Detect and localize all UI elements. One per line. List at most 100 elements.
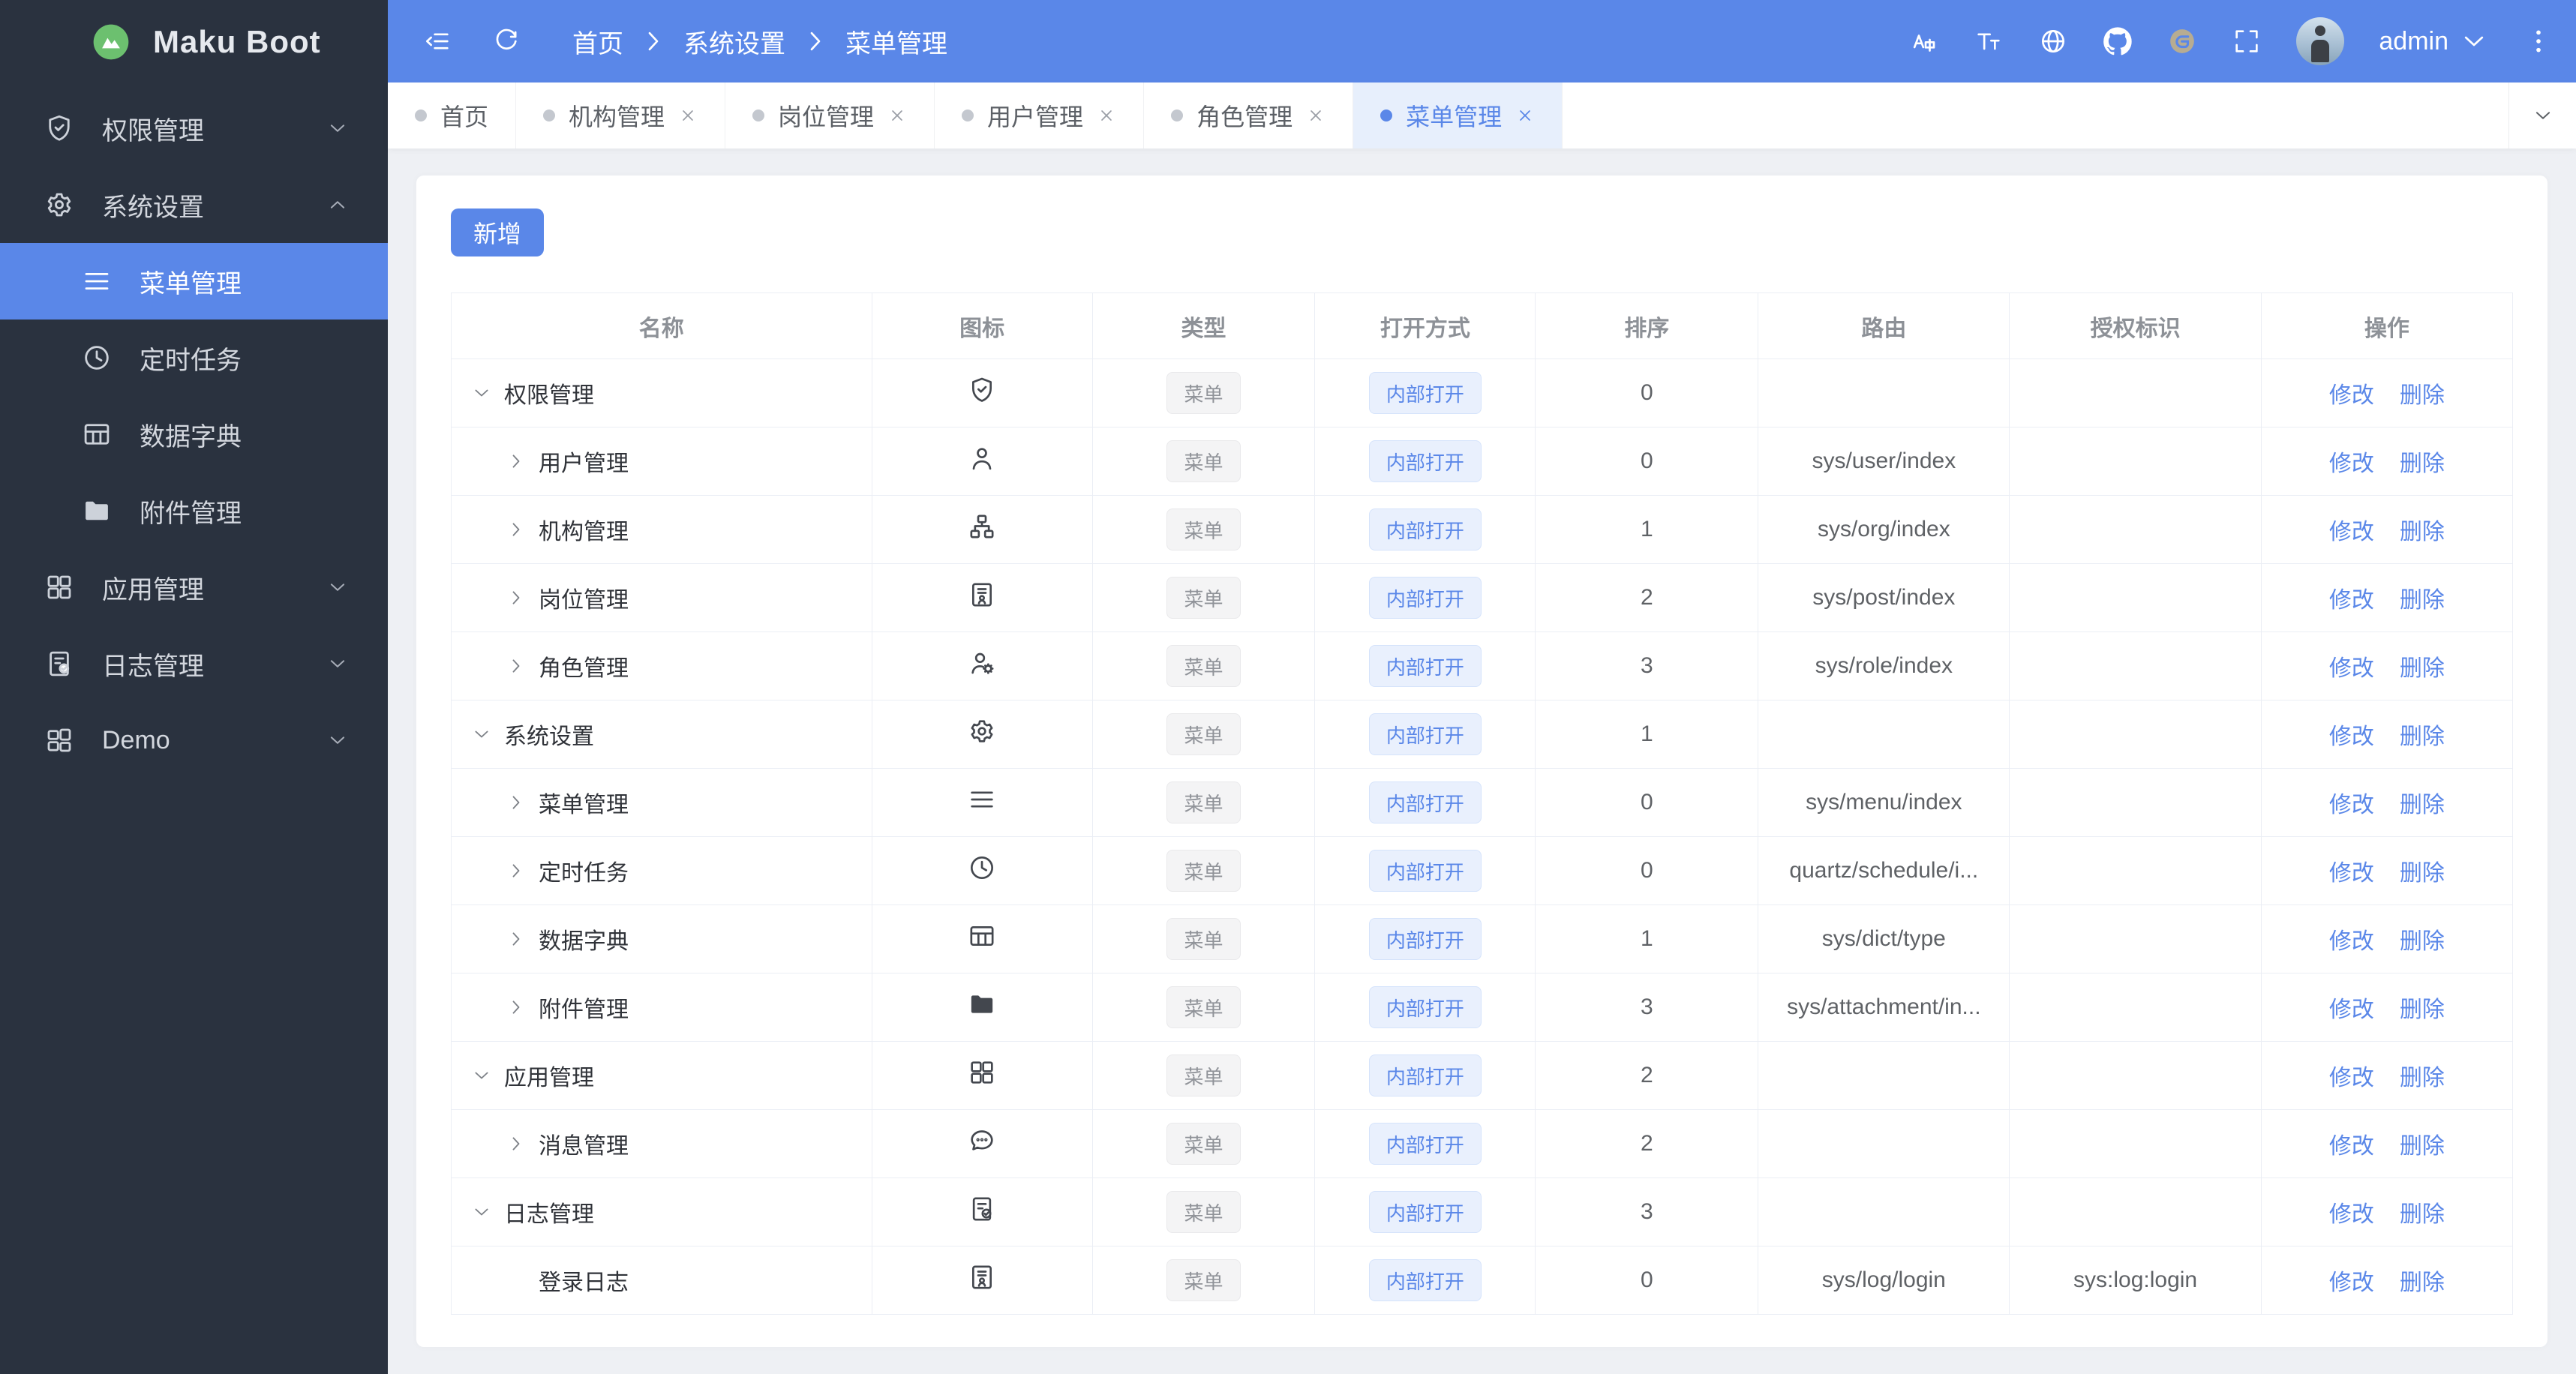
delete-link[interactable]: 删除 — [2400, 861, 2445, 886]
sidebar-item-menu[interactable]: 菜单管理 — [0, 243, 388, 320]
type-tag: 菜单 — [1166, 782, 1241, 824]
delete-link[interactable]: 删除 — [2400, 588, 2445, 613]
breadcrumb-item[interactable]: 首页 — [572, 23, 623, 60]
collapse-row-icon[interactable] — [471, 1202, 492, 1222]
folder-icon — [81, 495, 113, 526]
edit-link[interactable]: 修改 — [2329, 520, 2374, 544]
add-button[interactable]: 新增 — [451, 208, 545, 256]
expand-row-icon[interactable] — [506, 587, 527, 608]
edit-link[interactable]: 修改 — [2329, 656, 2374, 681]
tab-role[interactable]: 角色管理 — [1144, 82, 1354, 148]
ops-cell: 修改 删除 — [2260, 973, 2514, 1042]
expand-row-icon[interactable] — [506, 656, 527, 676]
translate-icon[interactable] — [1909, 26, 1939, 56]
badge-icon — [967, 580, 997, 610]
sidebar-item-permission[interactable]: 权限管理 — [0, 90, 388, 166]
tabs-dropdown-button[interactable] — [2508, 82, 2576, 148]
delete-link[interactable]: 删除 — [2400, 656, 2445, 681]
collapse-row-icon[interactable] — [471, 724, 492, 745]
expand-row-icon[interactable] — [506, 792, 527, 813]
close-icon[interactable] — [1097, 106, 1116, 125]
menu-name-cell: 消息管理 — [451, 1109, 872, 1178]
edit-link[interactable]: 修改 — [2329, 1134, 2374, 1159]
github-icon[interactable] — [2103, 26, 2133, 56]
breadcrumb-item[interactable]: 菜单管理 — [845, 23, 947, 60]
avatar[interactable] — [2296, 17, 2345, 65]
ops-cell: 修改 删除 — [2260, 1246, 2514, 1315]
delete-link[interactable]: 删除 — [2400, 383, 2445, 408]
edit-link[interactable]: 修改 — [2329, 724, 2374, 749]
open-type-cell: 内部打开 — [1314, 632, 1536, 700]
sidebar-item-demo[interactable]: Demo — [0, 702, 388, 778]
delete-link[interactable]: 删除 — [2400, 724, 2445, 749]
expand-row-icon[interactable] — [506, 1133, 527, 1154]
chevron-down-icon — [326, 652, 349, 675]
edit-link[interactable]: 修改 — [2329, 1270, 2374, 1295]
topbar-left: 首页 系统设置 菜单管理 — [422, 23, 947, 60]
edit-link[interactable]: 修改 — [2329, 1202, 2374, 1227]
collapse-menu-icon[interactable] — [422, 26, 452, 56]
dict-table-icon — [81, 418, 113, 450]
expand-row-icon[interactable] — [506, 860, 527, 881]
tab-menu[interactable]: 菜单管理 — [1353, 82, 1563, 148]
delete-link[interactable]: 删除 — [2400, 1202, 2445, 1227]
delete-link[interactable]: 删除 — [2400, 929, 2445, 954]
close-icon[interactable] — [678, 106, 698, 125]
expand-row-icon[interactable] — [506, 451, 527, 472]
menu-type-cell: 菜单 — [1091, 1041, 1316, 1110]
gitee-icon[interactable] — [2167, 26, 2197, 56]
edit-link[interactable]: 修改 — [2329, 861, 2374, 886]
more-menu-icon[interactable] — [2523, 26, 2553, 56]
tab-post[interactable]: 岗位管理 — [725, 82, 935, 148]
expand-row-icon[interactable] — [506, 519, 527, 540]
edit-link[interactable]: 修改 — [2329, 998, 2374, 1022]
sidebar-item-system[interactable]: 系统设置 — [0, 166, 388, 243]
type-tag: 菜单 — [1166, 1123, 1241, 1165]
refresh-icon[interactable] — [491, 26, 521, 56]
menu-name-inner: 菜单管理 — [452, 786, 871, 819]
chevron-right-icon — [638, 26, 668, 56]
edit-link[interactable]: 修改 — [2329, 1066, 2374, 1090]
tab-org[interactable]: 机构管理 — [516, 82, 726, 148]
globe-icon[interactable] — [2038, 26, 2068, 56]
fullscreen-icon[interactable] — [2232, 26, 2262, 56]
sidebar-item-app[interactable]: 应用管理 — [0, 549, 388, 626]
close-icon[interactable] — [1515, 106, 1535, 125]
route-cell: sys/org/index — [1758, 495, 2010, 564]
tab-home[interactable]: 首页 — [388, 82, 517, 148]
expand-row-icon[interactable] — [506, 928, 527, 950]
auth-cell — [2009, 495, 2262, 564]
sidebar-item-dict[interactable]: 数据字典 — [0, 396, 388, 472]
edit-link[interactable]: 修改 — [2329, 588, 2374, 613]
ops-cell: 修改 删除 — [2260, 700, 2514, 769]
sidebar-item-schedule[interactable]: 定时任务 — [0, 320, 388, 396]
close-icon[interactable] — [1306, 106, 1326, 125]
collapse-row-icon[interactable] — [471, 382, 492, 404]
edit-link[interactable]: 修改 — [2329, 452, 2374, 476]
font-size-icon[interactable] — [1974, 26, 2004, 56]
user-menu[interactable]: admin — [2379, 26, 2489, 56]
table-row: 岗位管理 菜单 内部打开 2 sys/post/index 修改 删除 — [451, 563, 2514, 632]
breadcrumb-item[interactable]: 系统设置 — [683, 23, 785, 60]
delete-link[interactable]: 删除 — [2400, 793, 2445, 818]
edit-link[interactable]: 修改 — [2329, 383, 2374, 408]
menu-name: 机构管理 — [539, 520, 629, 544]
delete-link[interactable]: 删除 — [2400, 1066, 2445, 1090]
ops-cell: 修改 删除 — [2260, 427, 2514, 496]
delete-link[interactable]: 删除 — [2400, 1134, 2445, 1159]
delete-link[interactable]: 删除 — [2400, 520, 2445, 544]
sidebar-item-attachment[interactable]: 附件管理 — [0, 472, 388, 549]
close-icon[interactable] — [887, 106, 907, 125]
tab-user[interactable]: 用户管理 — [935, 82, 1145, 148]
delete-link[interactable]: 删除 — [2400, 998, 2445, 1022]
collapse-row-icon[interactable] — [471, 1065, 492, 1086]
sidebar-item-log[interactable]: 日志管理 — [0, 626, 388, 702]
expand-row-icon[interactable] — [506, 997, 527, 1018]
tab-label: 用户管理 — [987, 104, 1084, 130]
edit-link[interactable]: 修改 — [2329, 929, 2374, 954]
delete-link[interactable]: 删除 — [2400, 1270, 2445, 1295]
delete-link[interactable]: 删除 — [2400, 452, 2445, 476]
menu-name: 系统设置 — [504, 724, 594, 749]
route-cell: sys/attachment/in... — [1758, 973, 2010, 1042]
edit-link[interactable]: 修改 — [2329, 793, 2374, 818]
